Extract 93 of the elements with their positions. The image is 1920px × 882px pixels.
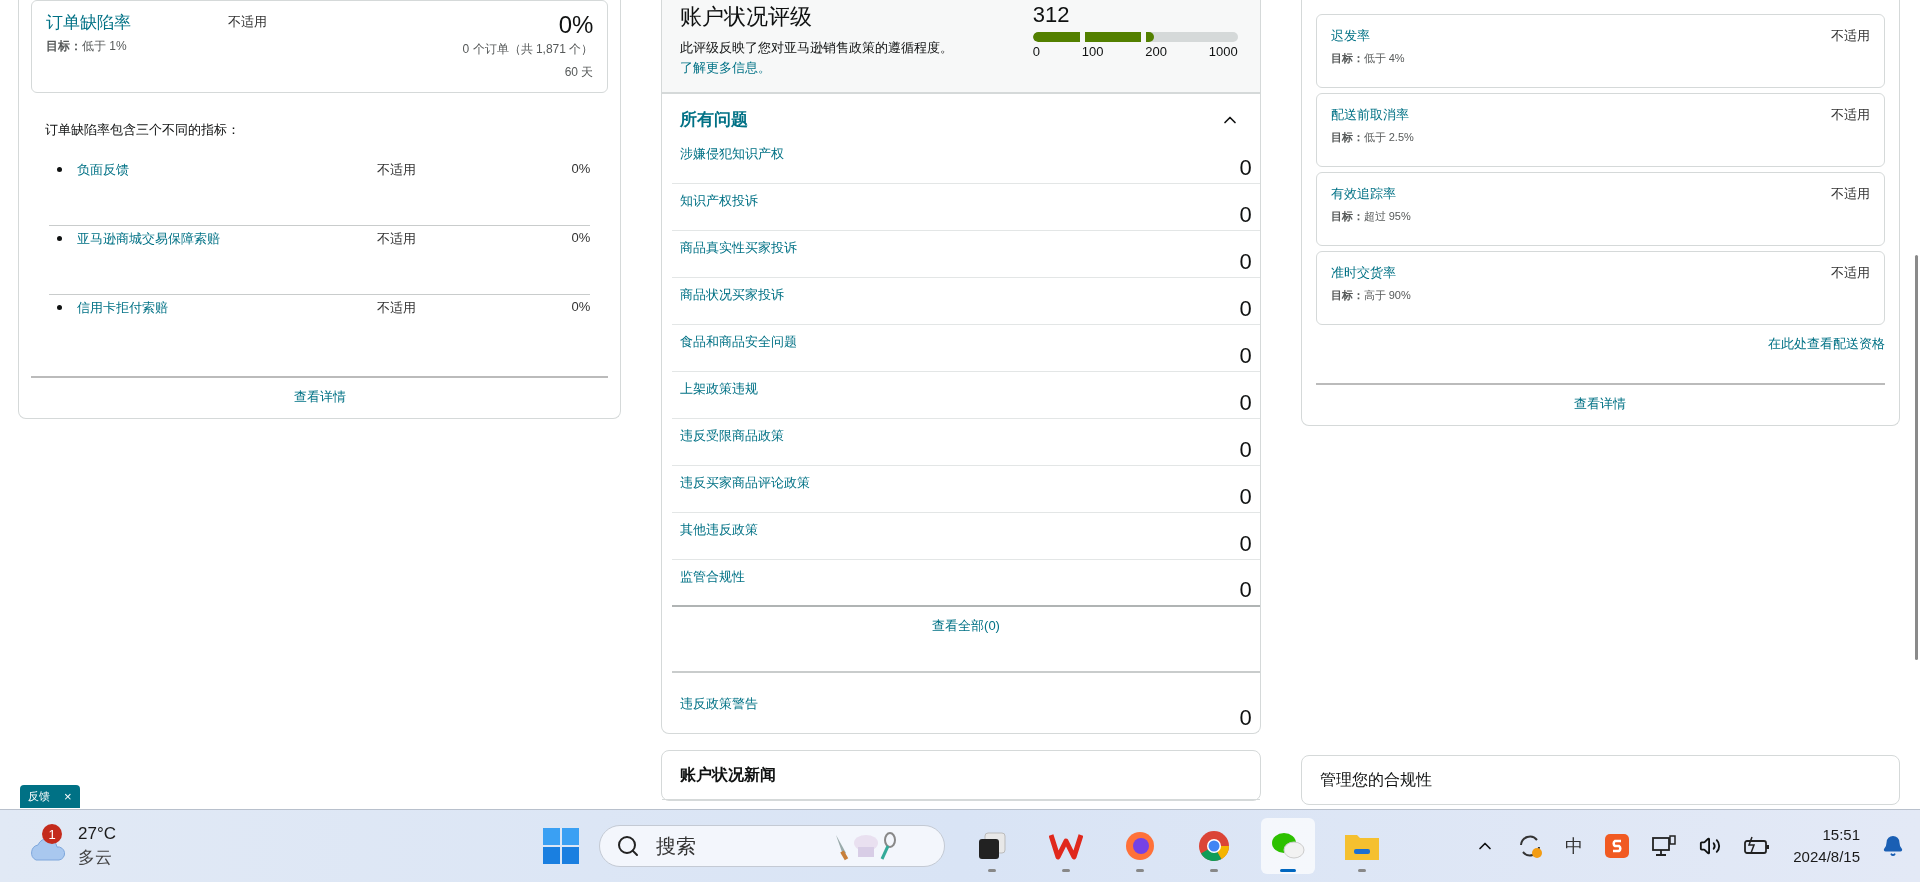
metric-target: 目标：低于 4% <box>1330 51 1405 66</box>
metric-status: 不适用 <box>1831 27 1870 45</box>
metric-target: 目标：超过 95% <box>1330 209 1411 224</box>
issue-link[interactable]: 其他违反政策 <box>680 521 759 557</box>
issue-link[interactable]: 涉嫌侵犯知识产权 <box>680 145 785 181</box>
sub-metric-link[interactable]: 信用卡拒付索赔 <box>77 299 377 317</box>
sub-metric-status: 不适用 <box>377 230 417 248</box>
search-field[interactable]: 搜索 <box>599 825 945 867</box>
issue-count: 0 <box>1239 390 1252 416</box>
input-method-indicator[interactable]: 中 <box>1565 834 1584 858</box>
browser-ring-icon <box>1197 829 1231 863</box>
windows-start-icon[interactable] <box>543 828 579 864</box>
metric-target: 目标：低于 1% <box>46 38 127 55</box>
issue-count: 0 <box>1239 531 1252 557</box>
issue-link[interactable]: 上架政策违规 <box>680 380 759 416</box>
close-button[interactable]: × <box>64 789 72 804</box>
sogou-logo-icon[interactable] <box>1605 834 1630 858</box>
sub-metric-status: 不适用 <box>377 161 417 179</box>
bullet-icon <box>57 305 62 310</box>
metric-value: 0% <box>558 11 594 39</box>
battery-charging-icon[interactable] <box>1743 836 1772 856</box>
metric-intro-text: 订单缺陷率包含三个不同的指标： <box>45 121 241 139</box>
stacked-windows-icon <box>977 831 1007 861</box>
metric-title-link[interactable]: 订单缺陷率 <box>46 11 131 34</box>
shipping-metric-link[interactable]: 准时交货率 <box>1330 264 1396 282</box>
search-input[interactable]: 搜索 <box>654 833 818 859</box>
rating-score: 312 <box>1032 2 1071 28</box>
issue-link[interactable]: 商品真实性买家投诉 <box>680 239 798 275</box>
sub-metric-value: 0% <box>570 161 591 176</box>
rating-description: 此评级反映了您对亚马逊销售政策的遵循程度。 了解更多信息。 <box>680 39 955 77</box>
clock-time[interactable]: 15:51 <box>1822 824 1860 846</box>
issue-count: 0 <box>1239 437 1252 463</box>
metric-status: 不适用 <box>228 13 269 31</box>
chat-bubbles-icon <box>1271 831 1305 861</box>
shipping-metric-link[interactable]: 配送前取消率 <box>1330 106 1409 124</box>
warning-link[interactable]: 违反政策警告 <box>680 695 759 731</box>
warning-count: 0 <box>1239 705 1252 731</box>
issue-count: 0 <box>1239 155 1252 181</box>
volume-icon[interactable] <box>1699 835 1722 857</box>
temperature: 27°C <box>78 823 116 845</box>
sub-metric-value: 0% <box>570 299 591 314</box>
issue-link[interactable]: 违反买家商品评论政策 <box>680 474 811 510</box>
issue-count: 0 <box>1239 202 1252 228</box>
compliance-title: 管理您的合规性 <box>1319 770 1433 790</box>
issue-count: 0 <box>1239 484 1252 510</box>
fox-globe-icon <box>1124 830 1156 862</box>
metric-target: 目标：高于 90% <box>1330 288 1411 303</box>
view-details-link[interactable]: 查看详情 <box>1574 395 1627 413</box>
issue-link[interactable]: 知识产权投诉 <box>680 192 759 228</box>
sub-metric-link[interactable]: 负面反馈 <box>77 161 377 179</box>
scrollbar-thumb[interactable] <box>1915 255 1918 660</box>
feedback-tab[interactable]: 反馈 × <box>20 785 80 808</box>
bullet-icon <box>57 236 62 241</box>
time-period: 60 天 <box>564 64 594 81</box>
issue-count: 0 <box>1239 296 1252 322</box>
issue-count: 0 <box>1239 577 1252 603</box>
scale-label: 1000 <box>1208 44 1238 59</box>
sub-metric-value: 0% <box>570 230 591 245</box>
shipping-metric-link[interactable]: 有效追踪率 <box>1330 185 1396 203</box>
wps-logo-icon <box>1049 832 1083 860</box>
issue-link[interactable]: 食品和商品安全问题 <box>680 333 798 369</box>
scale-label: 200 <box>1145 44 1167 59</box>
issue-link[interactable]: 监管合规性 <box>680 568 746 603</box>
network-icon[interactable] <box>1651 834 1678 858</box>
metric-status: 不适用 <box>1831 106 1870 124</box>
view-details-link[interactable]: 查看详情 <box>293 388 346 406</box>
rating-title: 账户状况评级 <box>680 3 814 31</box>
scale-label: 100 <box>1081 44 1104 59</box>
weather-condition: 多云 <box>78 847 113 869</box>
sub-metric-status: 不适用 <box>377 299 417 317</box>
search-icon <box>616 834 640 858</box>
scale-label: 0 <box>1032 44 1040 59</box>
notification-badge: 1 <box>42 824 62 844</box>
issue-link[interactable]: 违反受限商品政策 <box>680 427 785 463</box>
metric-status: 不适用 <box>1831 185 1870 203</box>
issue-link[interactable]: 商品状况买家投诉 <box>680 286 785 322</box>
metric-target: 目标：低于 2.5% <box>1330 130 1414 145</box>
issues-title: 所有问题 <box>680 109 749 131</box>
notification-bell-icon[interactable] <box>1882 835 1904 857</box>
news-title: 账户状况新闻 <box>680 765 778 785</box>
bullet-icon <box>57 167 62 172</box>
order-count: 0 个订单（共 1,871 个） <box>462 41 594 58</box>
sync-icon[interactable] <box>1517 833 1544 859</box>
feedback-label[interactable]: 反馈 <box>28 789 50 804</box>
clock-date[interactable]: 2024/8/15 <box>1793 846 1860 868</box>
metric-status: 不适用 <box>1831 264 1870 282</box>
issue-count: 0 <box>1239 249 1252 275</box>
shipping-metric-link[interactable]: 迟发率 <box>1330 27 1370 45</box>
eligibility-link[interactable]: 在此处查看配送资格 <box>1768 335 1885 353</box>
learn-more-link[interactable]: 了解更多信息。 <box>680 60 772 75</box>
issue-count: 0 <box>1239 343 1252 369</box>
sub-metric-link[interactable]: 亚马逊商城交易保障索赔 <box>77 230 377 248</box>
view-all-link[interactable]: 查看全部(0) <box>932 617 1000 671</box>
